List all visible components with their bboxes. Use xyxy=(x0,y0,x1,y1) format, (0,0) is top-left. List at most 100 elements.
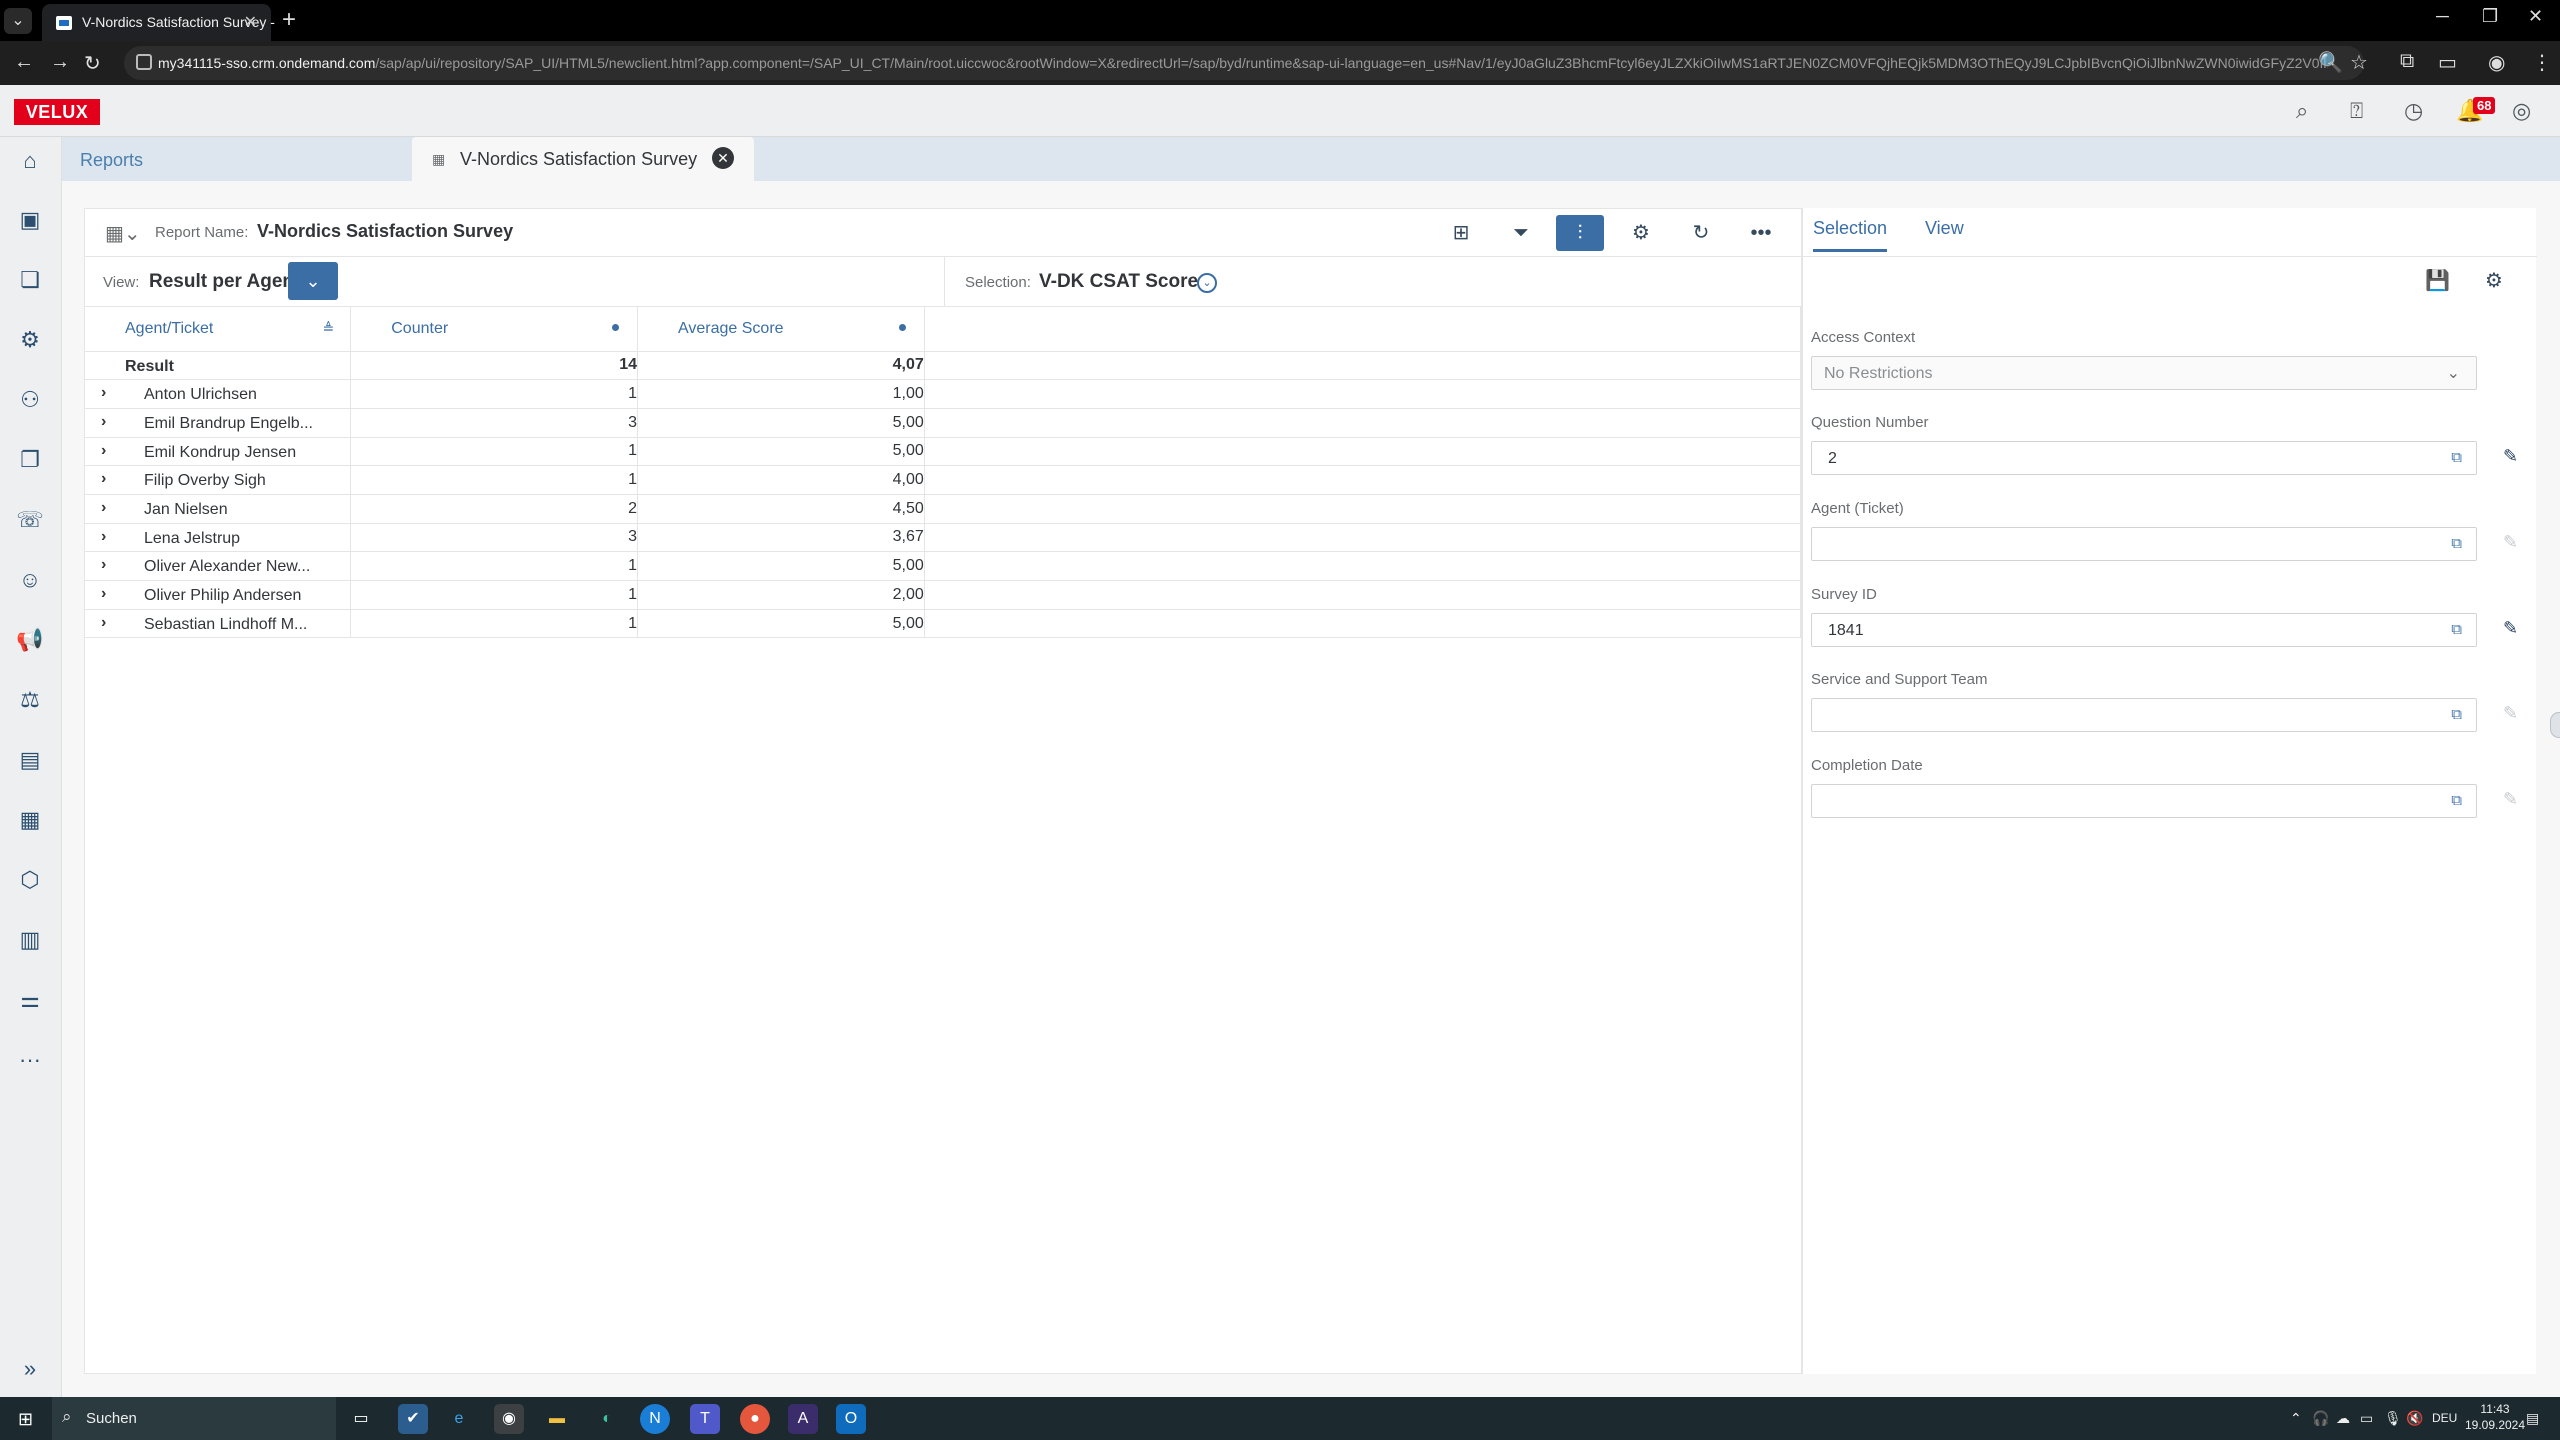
analytics-icon[interactable]: ▦ xyxy=(14,804,46,836)
calendar-icon[interactable]: ▣ xyxy=(14,204,46,236)
cloud-icon[interactable]: ☁ xyxy=(2336,1410,2350,1427)
expand-chevron-icon[interactable]: › xyxy=(101,499,106,517)
sales-icon[interactable]: ⚖ xyxy=(14,684,46,716)
clear-eraser-icon[interactable]: ✎ xyxy=(2503,618,2518,639)
value-help-icon[interactable]: ⧉ xyxy=(2451,792,2462,809)
task-view-icon[interactable]: ▭ xyxy=(346,1404,376,1434)
completion-date-field[interactable]: ⧉ xyxy=(1811,784,2477,818)
extensions-icon[interactable]: ⧉ xyxy=(2400,50,2414,73)
battery-icon[interactable]: ▭ xyxy=(2360,1410,2373,1427)
table-row[interactable]: › Jan Nielsen 2 4,50 xyxy=(85,494,1802,524)
table-row[interactable]: › Filip Overby Sigh 1 4,00 xyxy=(85,465,1802,495)
table-row[interactable]: › Emil Brandrup Engelb... 3 5,00 xyxy=(85,408,1802,438)
contacts-icon[interactable]: ☏ xyxy=(14,504,46,536)
notification-center-icon[interactable]: ▤ xyxy=(2526,1410,2539,1427)
new-tab-icon[interactable]: + xyxy=(282,6,296,34)
value-help-icon[interactable]: ⧉ xyxy=(2451,535,2462,552)
service-team-field[interactable]: ⧉ xyxy=(1811,698,2477,732)
edge-legacy-icon[interactable]: e xyxy=(444,1404,474,1434)
expand-chevron-icon[interactable]: › xyxy=(101,556,106,574)
table-view-icon[interactable]: ▦⌄ xyxy=(105,221,141,246)
expand-chevron-icon[interactable]: › xyxy=(101,413,106,431)
adapt-icon[interactable]: ⚌ xyxy=(14,984,46,1016)
app-icon[interactable]: A xyxy=(788,1404,818,1434)
documents-icon[interactable]: ❏ xyxy=(14,264,46,296)
person-icon[interactable]: ☺ xyxy=(14,564,46,596)
mic-icon[interactable]: 🎙 xyxy=(2384,1410,2402,1427)
tab-list-icon[interactable]: ⌄ xyxy=(4,8,32,34)
expand-chevron-icon[interactable]: › xyxy=(101,384,106,402)
settings-icon[interactable]: ⚙ xyxy=(1617,215,1665,251)
expand-chevron-icon[interactable]: › xyxy=(101,614,106,632)
table-row[interactable]: › Lena Jelstrup 3 3,67 xyxy=(85,523,1802,553)
more-icon[interactable]: ··· xyxy=(14,1044,46,1076)
service-icon[interactable]: ⚙ xyxy=(14,324,46,356)
installed-base-icon[interactable]: ⬡ xyxy=(14,864,46,896)
expand-nav-icon[interactable]: » xyxy=(14,1353,46,1385)
minimize-icon[interactable]: ─ xyxy=(2436,6,2449,27)
selection-dropdown-icon[interactable]: ⌄ xyxy=(1197,273,1217,293)
recorder-icon[interactable]: ● xyxy=(740,1404,770,1434)
view-dropdown-icon[interactable]: ⌄ xyxy=(288,262,338,300)
close-tab-icon[interactable]: ✕ xyxy=(712,147,734,169)
todo-app-icon[interactable]: ✔ xyxy=(398,1404,428,1434)
access-context-select[interactable]: No Restrictions ⌄ xyxy=(1811,356,2477,390)
table-row[interactable]: › Anton Ulrichsen 1 1,00 xyxy=(85,379,1802,409)
clear-eraser-icon[interactable]: ✎ xyxy=(2503,532,2518,553)
tab-reports[interactable]: Reports xyxy=(62,137,404,181)
tab-view[interactable]: View xyxy=(1925,218,1964,239)
panel-resize-handle[interactable] xyxy=(2550,712,2560,738)
sort-icon[interactable]: ≜ xyxy=(323,320,335,337)
feed-icon[interactable]: ⍰ xyxy=(2350,98,2363,124)
table-row[interactable]: › Oliver Philip Andersen 1 2,00 xyxy=(85,580,1802,610)
agent-ticket-field[interactable]: ⧉ xyxy=(1811,527,2477,561)
value-help-icon[interactable]: ⧉ xyxy=(2451,621,2462,638)
expand-chevron-icon[interactable]: › xyxy=(101,470,106,488)
marketing-icon[interactable]: 📢 xyxy=(14,624,46,656)
column-header-agent[interactable]: Agent/Ticket ≜ xyxy=(85,307,352,352)
recent-items-icon[interactable]: ◷ xyxy=(2404,98,2423,124)
table-row[interactable]: › Oliver Alexander New... 1 5,00 xyxy=(85,551,1802,581)
user-profile-icon[interactable]: ◎ xyxy=(2512,98,2531,124)
refresh-icon[interactable]: ↻ xyxy=(1677,215,1725,251)
clear-eraser-icon[interactable]: ✎ xyxy=(2503,703,2518,724)
question-number-field[interactable]: 2 ⧉ xyxy=(1811,441,2477,475)
velux-logo[interactable]: VELUX xyxy=(14,99,100,125)
home-icon[interactable]: ⌂ xyxy=(14,145,46,177)
edge-icon[interactable]: ◐ xyxy=(592,1404,622,1434)
zoom-icon[interactable]: 🔍 xyxy=(2318,50,2343,75)
table-row[interactable]: › Emil Kondrup Jensen 1 5,00 xyxy=(85,437,1802,467)
sidebar-icon[interactable]: ▭ xyxy=(2438,50,2457,75)
windows-start-icon[interactable]: ⊞ xyxy=(18,1409,33,1430)
table-settings-icon[interactable]: ⊞ xyxy=(1437,215,1485,251)
teams-icon[interactable]: T xyxy=(690,1404,720,1434)
back-icon[interactable]: ← xyxy=(14,51,34,74)
onenote-icon[interactable]: N xyxy=(640,1404,670,1434)
save-selection-icon[interactable]: 💾 xyxy=(2425,268,2450,293)
expand-chevron-icon[interactable]: › xyxy=(101,528,106,546)
taskbar-clock[interactable]: 11:43 19.09.2024 xyxy=(2460,1401,2530,1433)
tab-satisfaction-survey[interactable]: ▦ V-Nordics Satisfaction Survey ✕ xyxy=(412,137,754,181)
value-help-icon[interactable]: ⧉ xyxy=(2451,449,2462,466)
reports-icon[interactable]: ▥ xyxy=(14,924,46,956)
column-header-average-score[interactable]: Average Score xyxy=(637,307,925,352)
close-window-icon[interactable]: ✕ xyxy=(2528,6,2543,27)
site-info-icon[interactable] xyxy=(136,54,152,70)
browser-menu-icon[interactable]: ⋮ xyxy=(2532,50,2552,75)
file-explorer-icon[interactable]: ▬ xyxy=(542,1404,572,1434)
language-indicator[interactable]: DEU xyxy=(2432,1411,2457,1425)
library-icon[interactable]: ❐ xyxy=(14,444,46,476)
profile-icon[interactable]: ◉ xyxy=(2488,50,2505,75)
products-icon[interactable]: ▤ xyxy=(14,744,46,776)
outlook-icon[interactable]: O xyxy=(836,1404,866,1434)
headset-icon[interactable]: 🎧 xyxy=(2312,1410,2329,1427)
close-tab-icon[interactable]: ✕ xyxy=(244,12,257,32)
tab-selection[interactable]: Selection xyxy=(1813,218,1888,252)
volume-muted-icon[interactable]: 🔇 xyxy=(2406,1410,2423,1427)
manage-selection-icon[interactable]: ⚙ xyxy=(2485,268,2503,293)
clear-eraser-icon[interactable]: ✎ xyxy=(2503,446,2518,467)
tray-chevron-icon[interactable]: ⌃ xyxy=(2290,1410,2302,1427)
filter-icon[interactable]: ⏷ xyxy=(1497,215,1545,251)
selection-settings-icon[interactable]: ⫶ xyxy=(1556,215,1604,251)
clear-eraser-icon[interactable]: ✎ xyxy=(2503,789,2518,810)
